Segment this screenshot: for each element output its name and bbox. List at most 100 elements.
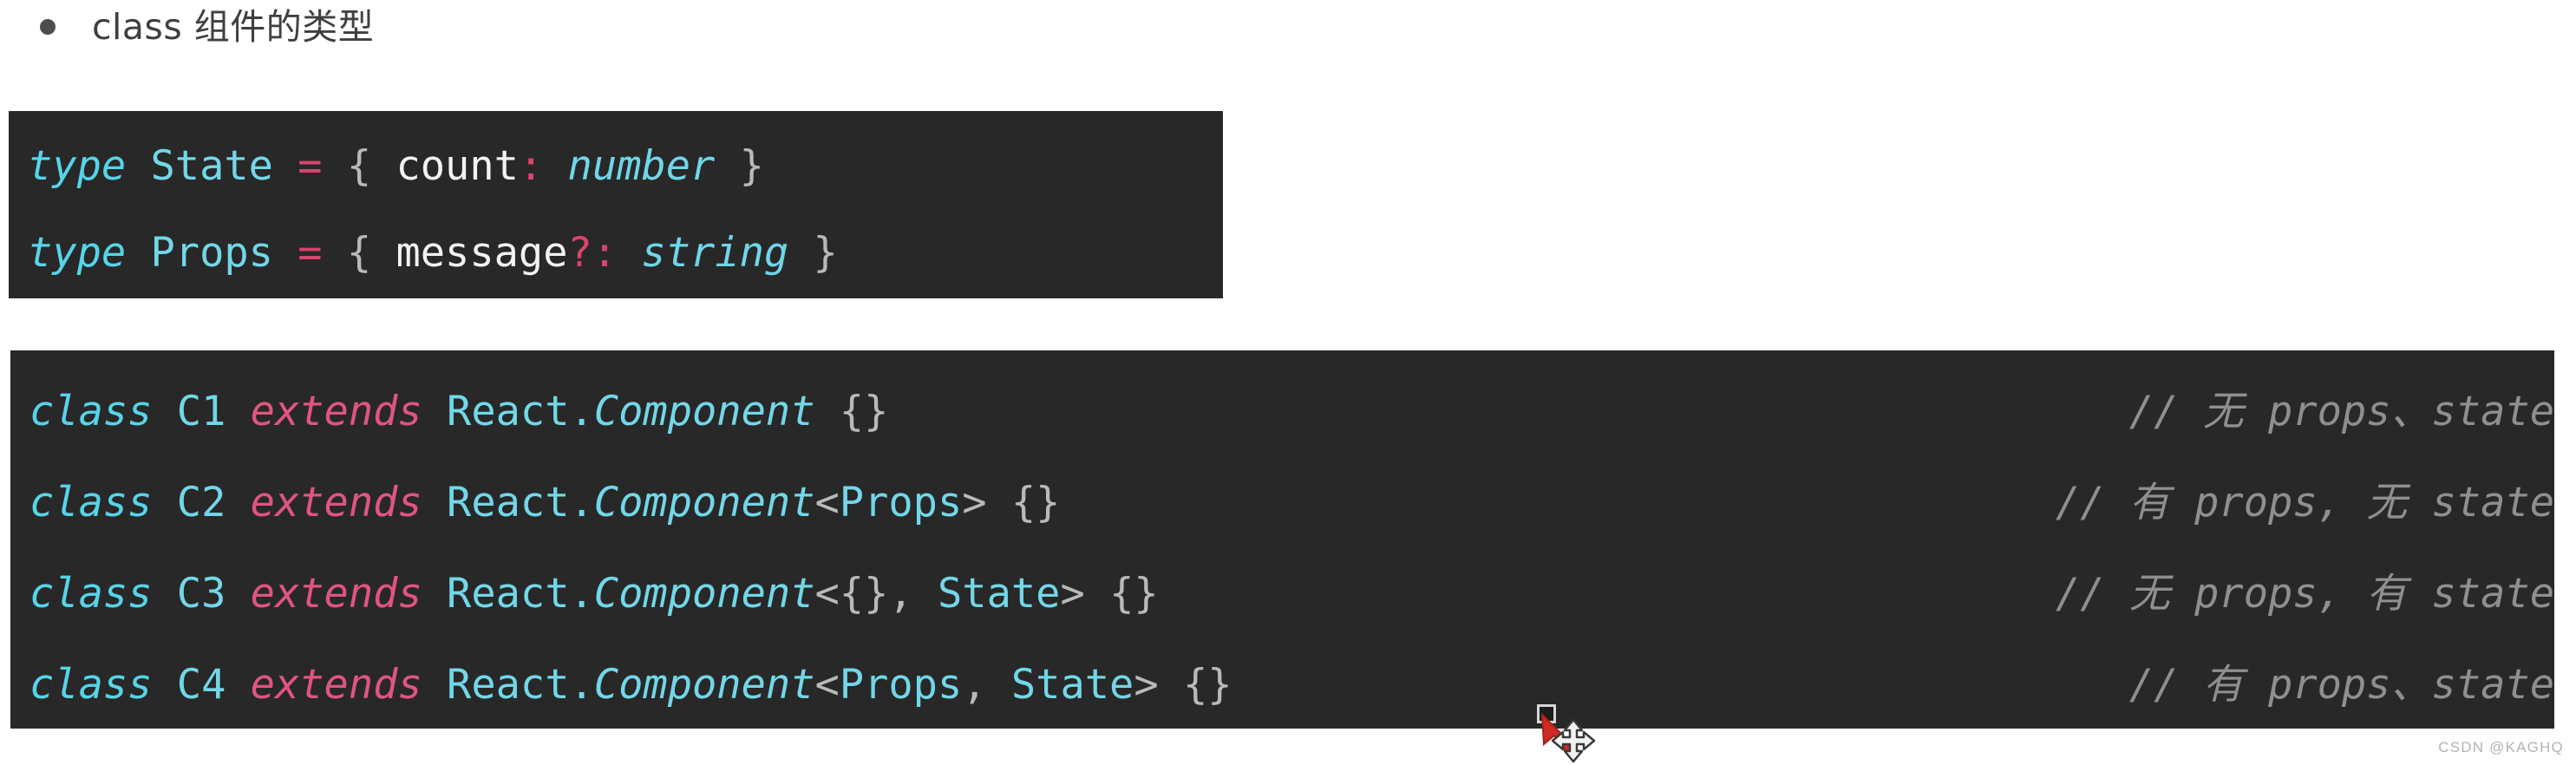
code-token: , [962,661,1011,709]
code-token: . [569,388,594,435]
code-statement: class C4 extends React.Component<Props, … [29,639,1232,729]
code-token: number [567,142,716,190]
code-token: < [814,661,840,709]
heading-label: class 组件的类型 [92,5,375,48]
code-token: : [518,142,544,190]
code-token: . [569,479,594,526]
code-token: . [569,661,594,709]
code-token: = [297,142,323,190]
code-line: type State = { count: number } [28,123,1223,210]
code-token: ?: [567,229,618,277]
inline-comment: // 无 props, 有 state [2055,570,2554,618]
code-token: < [814,479,840,526]
code-token: } [813,229,838,277]
code-token: C2 [176,479,226,526]
code-token: { [346,142,372,190]
code-token: class [29,479,153,526]
code-token: > [962,479,987,526]
code-token: React [447,388,570,435]
code-token: count [396,142,519,190]
code-token: message [396,229,568,277]
code-token: > [1060,570,1085,618]
code-token: {} [1182,661,1232,709]
code-token: . [569,570,594,618]
code-token: type [28,229,127,277]
code-statement: class C1 extends React.Component {} [29,366,888,457]
code-token: extends [250,479,422,526]
inline-comment: // 有 props, 无 state [2055,479,2554,526]
code-token: State [150,142,273,190]
code-token: State [1010,661,1134,709]
code-statement: class C2 extends React.Component<Props> … [29,457,1060,548]
code-token: type [28,142,127,190]
code-token: React [447,479,570,526]
code-token: C3 [176,570,226,618]
code-token: class [29,570,153,618]
code-token: class [29,661,153,709]
code-line: class C3 extends React.Component<{}, Sta… [29,548,2554,639]
code-token: {} [1109,570,1159,618]
code-token: extends [250,388,422,435]
code-token: React [447,661,570,709]
code-token: extends [250,570,422,618]
code-line: class C4 extends React.Component<Props, … [29,639,2554,729]
code-token: Props [150,229,273,277]
code-token: Component [593,570,815,618]
code-token: class [29,388,153,435]
code-token: { [346,229,372,277]
code-token: Component [593,479,815,526]
code-token: C4 [176,661,226,709]
code-token: Component [593,661,815,709]
inline-comment: // 无 props、state [2128,388,2554,435]
code-token: React [447,570,570,618]
code-token: > [1134,661,1159,709]
code-token: Props [839,661,963,709]
code-token: extends [250,661,422,709]
code-statement: class C3 extends React.Component<{}, Sta… [29,548,1159,639]
code-token: {} [1010,479,1061,526]
code-token: } [739,142,764,190]
code-line: class C2 extends React.Component<Props> … [29,457,2554,548]
code-token: string [641,229,789,277]
code-token: Props [839,479,963,526]
bullet-point-icon [40,19,56,35]
inline-comment: // 有 props、state [2128,661,2554,709]
code-token: C1 [176,388,226,435]
code-line: class C1 extends React.Component {} // 无… [29,366,2554,457]
code-block-class-declarations[interactable]: class C1 extends React.Component {} // 无… [10,350,2554,729]
code-token: Component [593,388,815,435]
code-token: State [937,570,1061,618]
code-token: <{}, [814,570,938,618]
code-token: {} [839,388,889,435]
code-token: = [297,229,323,277]
code-line: type Props = { message?: string } [28,210,1223,297]
code-block-type-declarations[interactable]: type State = { count: number } type Prop… [9,111,1223,298]
